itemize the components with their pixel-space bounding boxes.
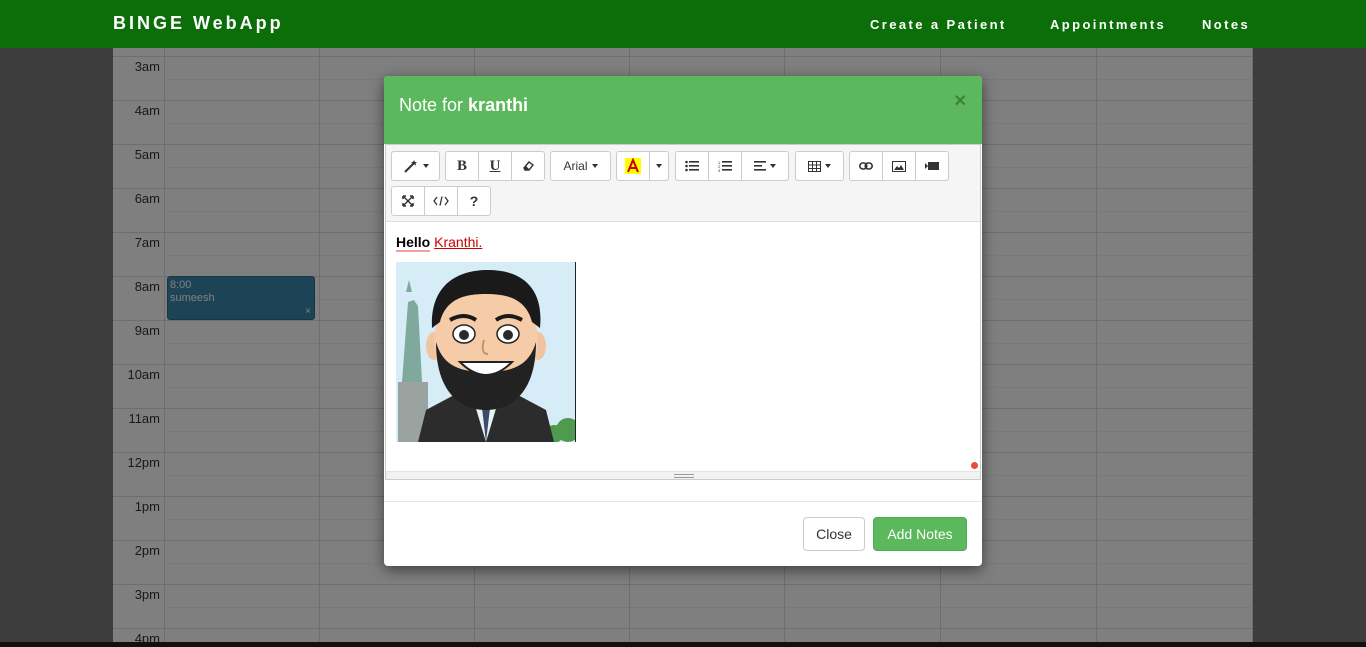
avatar-image[interactable]	[396, 262, 576, 442]
underline-button[interactable]: U	[478, 151, 512, 181]
font-name-dropdown[interactable]: Arial	[550, 151, 611, 181]
align-left-icon	[754, 161, 766, 171]
patient-name: kranthi	[468, 95, 529, 115]
status-dot	[971, 462, 978, 469]
clear-format-button[interactable]	[511, 151, 545, 181]
picture-icon	[892, 160, 906, 172]
numbered-list-icon: 1 2 3	[718, 160, 732, 172]
table-group	[795, 151, 844, 181]
color-dropdown-button[interactable]	[649, 151, 669, 181]
note-greeting: Hello	[396, 234, 431, 252]
editor-content[interactable]: Hello Kranthi.	[386, 222, 980, 471]
note-text: Hello Kranthi.	[396, 234, 483, 252]
fullscreen-icon	[402, 195, 414, 207]
style-group	[391, 151, 440, 181]
ordered-list-button[interactable]: 1 2 3	[708, 151, 742, 181]
style-magic-button[interactable]	[391, 151, 440, 181]
video-icon	[925, 162, 939, 170]
bullet-list-icon	[685, 160, 699, 172]
modal-title-prefix: Note for	[399, 95, 464, 115]
view-group: ?	[391, 186, 491, 216]
bold-button[interactable]: B	[445, 151, 479, 181]
add-notes-button[interactable]: Add Notes	[873, 517, 967, 551]
grip-icon	[674, 474, 694, 478]
insert-link-button[interactable]	[849, 151, 883, 181]
nav-appointments[interactable]: Appointments	[1050, 17, 1166, 32]
table-icon	[808, 160, 821, 172]
eraser-icon	[523, 161, 534, 171]
unordered-list-button[interactable]	[675, 151, 709, 181]
fullscreen-button[interactable]	[391, 186, 425, 216]
font-style-group: B U	[445, 151, 545, 181]
code-icon	[433, 196, 449, 206]
table-dropdown[interactable]	[795, 151, 844, 181]
modal-header: Note for kranthi ×	[384, 76, 982, 144]
insert-video-button[interactable]	[915, 151, 949, 181]
editor-toolbar: B U Arial 1 2 3 ?	[386, 145, 980, 222]
list-group: 1 2 3	[675, 151, 789, 181]
modal-close-icon[interactable]: ×	[954, 90, 966, 113]
magic-wand-icon	[403, 160, 417, 173]
font-color-button[interactable]	[616, 151, 650, 181]
svg-text:3: 3	[718, 168, 721, 172]
text-color-icon	[625, 158, 641, 174]
bottom-bar	[0, 642, 1366, 647]
note-modal: Note for kranthi × B U Arial 1 2 3 ? Hel…	[384, 76, 982, 566]
insert-group	[849, 151, 949, 181]
insert-picture-button[interactable]	[882, 151, 916, 181]
nav-notes[interactable]: Notes	[1202, 17, 1250, 32]
nav-create-patient[interactable]: Create a Patient	[870, 17, 1007, 32]
color-group	[616, 151, 669, 181]
modal-title: Note for kranthi	[399, 95, 528, 116]
paragraph-align-dropdown[interactable]	[741, 151, 789, 181]
note-name: Kranthi.	[434, 234, 483, 250]
rich-text-editor: B U Arial 1 2 3 ? Hello Kranthi.	[385, 144, 981, 480]
font-name-label: Arial	[563, 159, 588, 173]
close-button[interactable]: Close	[803, 517, 865, 551]
font-name-group: Arial	[550, 151, 611, 181]
code-view-button[interactable]	[424, 186, 458, 216]
editor-resize-handle[interactable]	[386, 471, 980, 479]
modal-footer: Close Add Notes	[384, 501, 982, 566]
help-button[interactable]: ?	[457, 186, 491, 216]
brand[interactable]: BINGE WebApp	[113, 13, 284, 34]
navbar: BINGE WebApp Create a Patient Appointmen…	[0, 0, 1366, 48]
link-icon	[859, 162, 873, 170]
